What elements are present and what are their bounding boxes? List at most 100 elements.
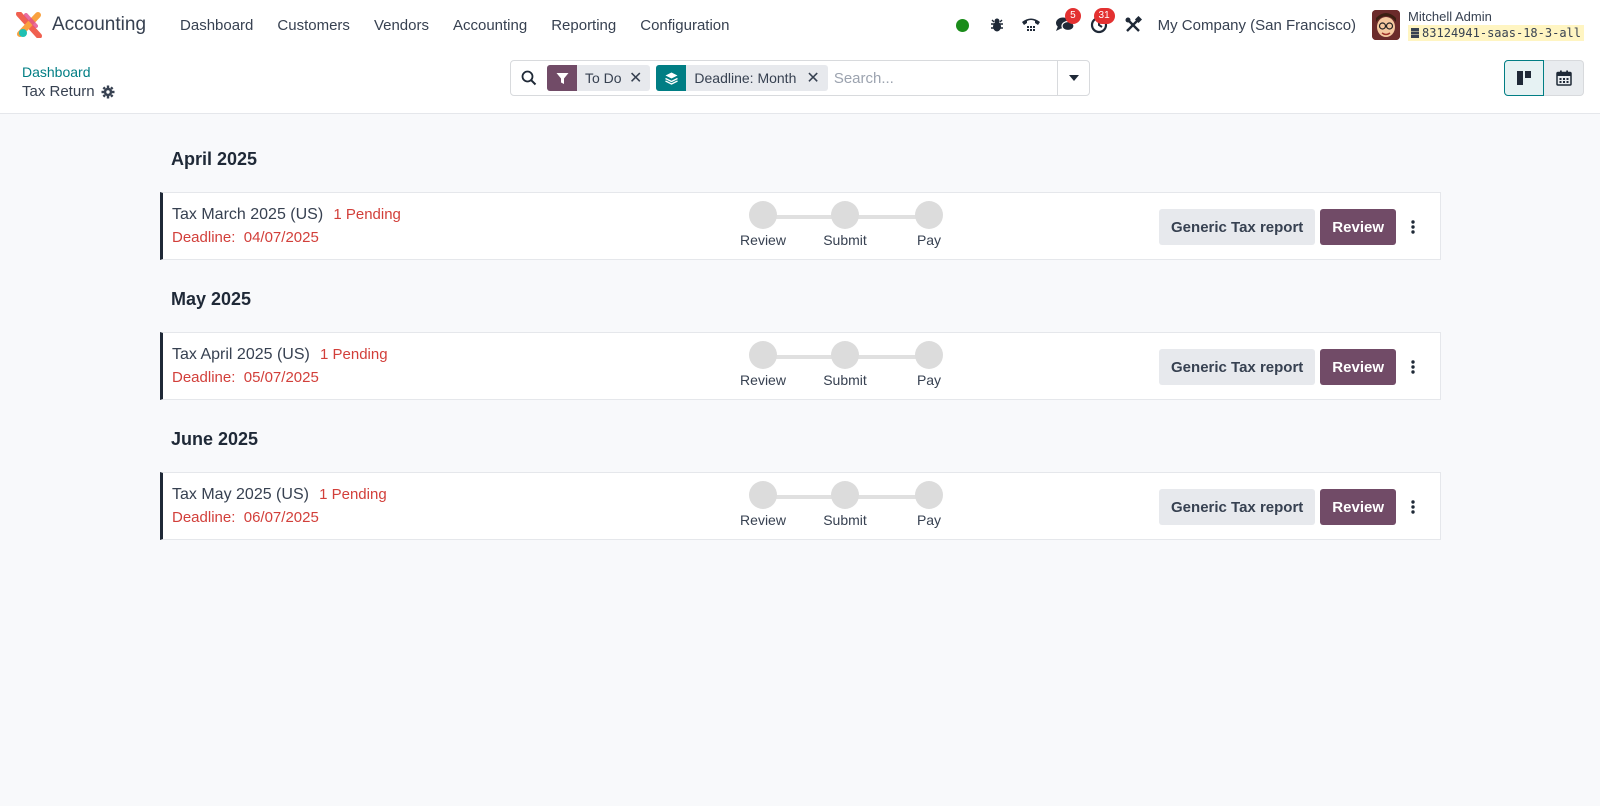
activities-clock-icon[interactable]: 31 — [1082, 8, 1116, 42]
remove-facet-close-icon[interactable]: ✕ — [804, 68, 827, 88]
view-switcher — [1504, 60, 1584, 96]
tax-return-list: April 2025 Tax March 2025 (US) 1 Pending… — [0, 114, 1441, 540]
pending-count-link[interactable]: 1 Pending — [320, 346, 388, 363]
step-label: Review — [740, 372, 786, 388]
card-actions: Generic Tax report Review — [1159, 349, 1428, 385]
messages-icon[interactable]: 5 — [1048, 8, 1082, 42]
step-submit: Submit — [815, 341, 875, 388]
group-header: June 2025 — [171, 429, 259, 449]
card-actions: Generic Tax report Review — [1159, 209, 1428, 245]
more-options-icon[interactable] — [1398, 209, 1428, 245]
step-pay: Pay — [899, 201, 959, 248]
menu-customers[interactable]: Customers — [265, 17, 362, 34]
menu-accounting[interactable]: Accounting — [441, 17, 539, 34]
top-navbar: Accounting Dashboard Customers Vendors A… — [0, 0, 1600, 50]
step-label: Submit — [823, 512, 867, 528]
step-dot — [749, 201, 777, 229]
phone-icon[interactable] — [1014, 8, 1048, 42]
search-input[interactable] — [833, 69, 1057, 87]
card-deadline: Deadline: 04/07/2025 — [172, 226, 743, 249]
presence-status-icon — [946, 8, 980, 42]
database-name: 83124941-saas-18-3-all — [1408, 25, 1584, 41]
tax-return-card[interactable]: Tax April 2025 (US) 1 Pending Deadline: … — [160, 332, 1441, 400]
step-review: Review — [733, 481, 793, 528]
search-options-toggle[interactable] — [1057, 61, 1089, 95]
messages-count-badge: 5 — [1065, 8, 1081, 24]
main-menu: Dashboard Customers Vendors Accounting R… — [168, 17, 741, 34]
step-submit: Submit — [815, 201, 875, 248]
step-label: Pay — [916, 232, 942, 248]
kanban-view-button[interactable] — [1504, 60, 1544, 96]
step-review: Review — [733, 201, 793, 248]
step-dot — [831, 201, 859, 229]
card-title: Tax March 2025 (US) — [172, 206, 324, 223]
deadline-date: 06/07/2025 — [243, 509, 319, 526]
review-button[interactable]: Review — [1320, 209, 1396, 245]
more-options-icon[interactable] — [1398, 349, 1428, 385]
filter-icon — [547, 65, 577, 91]
step-label: Submit — [823, 372, 867, 388]
deadline-label: Deadline: — [172, 229, 236, 246]
debug-bug-icon[interactable] — [980, 8, 1014, 42]
user-name: Mitchell Admin — [1408, 9, 1492, 24]
menu-reporting[interactable]: Reporting — [539, 17, 628, 34]
breadcrumb: Dashboard Tax Return — [22, 62, 115, 102]
group-header: April 2025 — [171, 149, 258, 169]
step-label: Review — [740, 232, 786, 248]
menu-vendors[interactable]: Vendors — [362, 17, 441, 34]
pending-count-link[interactable]: 1 Pending — [319, 486, 387, 503]
breadcrumb-dashboard-link[interactable]: Dashboard — [22, 62, 115, 82]
database-icon — [1411, 28, 1420, 38]
systray: 5 31 My Company (San Francisco) Mitchell… — [946, 8, 1584, 42]
step-dot — [831, 481, 859, 509]
caret-down-icon — [1068, 75, 1079, 81]
search-facet-filter: To Do ✕ — [547, 65, 651, 91]
user-menu[interactable]: Mitchell Admin 83124941-saas-18-3-all — [1408, 9, 1584, 41]
facet-groupby-label: Deadline: Month — [694, 70, 797, 86]
step-dot — [915, 341, 943, 369]
generic-tax-report-button[interactable]: Generic Tax report — [1159, 489, 1316, 525]
tax-return-card[interactable]: Tax March 2025 (US) 1 Pending Deadline: … — [160, 192, 1441, 260]
step-dot — [749, 341, 777, 369]
gear-icon[interactable] — [101, 85, 115, 99]
generic-tax-report-button[interactable]: Generic Tax report — [1159, 209, 1316, 245]
step-label: Pay — [916, 372, 942, 388]
card-info: Tax May 2025 (US) 1 Pending Deadline: 06… — [163, 483, 743, 529]
step-pay: Pay — [899, 341, 959, 388]
progress-steps: Review Submit Pay — [733, 481, 963, 535]
step-dot — [749, 481, 777, 509]
group-header: May 2025 — [171, 289, 252, 309]
step-dot — [831, 341, 859, 369]
review-button[interactable]: Review — [1320, 489, 1396, 525]
pending-count-link[interactable]: 1 Pending — [333, 206, 401, 223]
step-review: Review — [733, 341, 793, 388]
calendar-view-button[interactable] — [1544, 60, 1584, 96]
generic-tax-report-button[interactable]: Generic Tax report — [1159, 349, 1316, 385]
more-options-icon[interactable] — [1398, 489, 1428, 525]
card-info: Tax April 2025 (US) 1 Pending Deadline: … — [163, 343, 743, 389]
step-submit: Submit — [815, 481, 875, 528]
kanban-icon — [1517, 71, 1531, 85]
search-bar: To Do ✕ Deadline: Month ✕ — [510, 60, 1090, 96]
progress-steps: Review Submit Pay — [733, 201, 963, 255]
remove-facet-close-icon[interactable]: ✕ — [627, 68, 650, 88]
menu-configuration[interactable]: Configuration — [628, 17, 741, 34]
step-pay: Pay — [899, 481, 959, 528]
tools-icon[interactable] — [1116, 8, 1150, 42]
company-switcher[interactable]: My Company (San Francisco) — [1158, 17, 1356, 34]
tax-return-card[interactable]: Tax May 2025 (US) 1 Pending Deadline: 06… — [160, 472, 1441, 540]
search-icon[interactable] — [511, 70, 547, 86]
deadline-label: Deadline: — [172, 509, 236, 526]
step-dot — [915, 201, 943, 229]
app-title[interactable]: Accounting — [52, 14, 146, 36]
card-actions: Generic Tax report Review — [1159, 489, 1428, 525]
accounting-app-icon[interactable] — [16, 11, 42, 39]
review-button[interactable]: Review — [1320, 349, 1396, 385]
deadline-label: Deadline: — [172, 369, 236, 386]
card-info: Tax March 2025 (US) 1 Pending Deadline: … — [163, 203, 743, 249]
user-avatar[interactable] — [1372, 10, 1401, 40]
step-label: Pay — [916, 512, 942, 528]
menu-dashboard[interactable]: Dashboard — [168, 17, 265, 34]
layers-icon — [656, 65, 687, 91]
activities-count-badge: 31 — [1093, 8, 1115, 24]
